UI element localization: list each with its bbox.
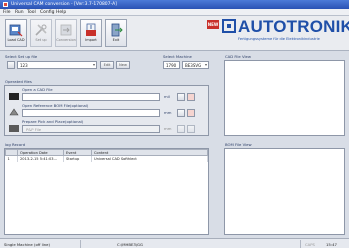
cad-file-view[interactable] [224, 60, 345, 136]
import-button[interactable]: Import [80, 19, 102, 47]
log-cell-num: 1 [5, 155, 18, 162]
menu-file[interactable]: File [3, 10, 11, 15]
import-label: Import [85, 38, 97, 42]
cad-icon [9, 24, 23, 37]
brand-logo-icon [222, 19, 236, 33]
setup-file-label: Select Set up file [5, 54, 38, 59]
exit-label: Exit [112, 38, 120, 42]
menu-bar: File Run Tool Config Help [0, 9, 349, 16]
chevron-down-icon: ▾ [204, 62, 207, 67]
cad-view-label: CAD File View [225, 54, 251, 59]
cad-unit: mil [164, 94, 170, 99]
status-path: C:\MHBE3\GG [117, 242, 143, 247]
chevron-down-icon: ▾ [92, 62, 95, 67]
bom-view-label: BOM File View [225, 142, 252, 147]
brand-tagline: Fertigungssysteme für die Elektronikindu… [238, 37, 320, 41]
log-grid: Operation Date Event Content 1 2013-2-15… [5, 149, 208, 162]
conversion-label: Conversion [56, 38, 76, 42]
import-icon [86, 23, 96, 36]
setup-folder-button[interactable] [7, 61, 15, 69]
machine-id: BE3SVG [185, 63, 202, 68]
title-bar: Universal CAM conversion - [Ver:3.7-1708… [0, 0, 349, 9]
conversion-button[interactable]: Conversion [55, 19, 77, 47]
ref-open-button[interactable] [177, 109, 185, 117]
pnp-play-button[interactable] [187, 125, 195, 133]
ref-play-button[interactable] [187, 109, 195, 117]
menu-tool[interactable]: Tool [27, 10, 36, 15]
bom-file-icon [9, 108, 19, 116]
setup-file-select[interactable]: 123 ▾ [17, 61, 97, 69]
ref-unit: mm [164, 110, 172, 115]
cad-file-input[interactable] [22, 93, 160, 101]
status-separator [80, 240, 81, 248]
log-table[interactable]: Operation Date Event Content 1 2013-2-15… [4, 148, 209, 235]
status-separator [300, 240, 301, 248]
pnp-open-button[interactable] [177, 125, 185, 133]
status-time: 15:47 [326, 242, 337, 247]
menu-help[interactable]: Help [56, 10, 66, 15]
cad-play-button[interactable] [187, 93, 195, 101]
pnp-input[interactable]: P&P File [22, 125, 160, 133]
new-badge: NEW [207, 20, 219, 29]
log-cell-content: Universal CAD Softhlect [91, 155, 208, 162]
table-row[interactable]: 1 2013-2-15 5:41:03... Startup Universal… [5, 155, 208, 162]
ref-bom-label: Open Reference BOM File(optional) [22, 103, 89, 108]
machine-model-field: 1790 [163, 61, 180, 69]
edit-setup-button[interactable]: Edit [100, 61, 114, 69]
status-bar: Single Machine (off line) C:\MHBE3\GG CA… [0, 238, 349, 248]
bom-file-view[interactable] [224, 148, 345, 235]
pnp-file-icon [9, 125, 19, 132]
exit-button[interactable]: Exit [105, 19, 127, 47]
pnp-placeholder: P&P File [26, 127, 42, 132]
setup-label: Set up [35, 38, 47, 42]
log-cell-event: Startup [63, 155, 92, 162]
window-title: Universal CAM conversion - [Ver:3.7-1708… [11, 2, 117, 7]
exit-icon [111, 23, 123, 37]
machine-label: Select Machine [163, 54, 192, 59]
cad-file-icon [9, 93, 19, 100]
log-record-label: log Record [5, 142, 26, 147]
cad-file-label: Open a CAD File [22, 87, 53, 92]
app-icon [3, 2, 8, 7]
setup-file-value: 123 [20, 63, 28, 68]
cad-open-button[interactable] [177, 93, 185, 101]
toolbar: Load CAD Set up Conversion Import Exit N… [0, 16, 349, 51]
status-mode: Single Machine (off line) [4, 242, 50, 247]
tools-icon [35, 24, 47, 36]
app-window: Universal CAM conversion - [Ver:3.7-1708… [0, 0, 349, 248]
log-cell-date: 2013-2-15 5:41:03... [17, 155, 64, 162]
machine-select[interactable]: BE3SVG ▾ [182, 61, 209, 69]
operated-files-group: Open a CAD File mil Open Reference BOM F… [4, 85, 209, 136]
pnp-unit: mm [164, 126, 172, 131]
load-cad-label: Load CAD [7, 38, 25, 42]
ref-bom-input[interactable] [22, 109, 160, 117]
new-setup-button[interactable]: New [116, 61, 130, 69]
brand-name: AUTOTRONIK [238, 17, 349, 36]
machine-model: 1790 [166, 63, 177, 68]
setup-button[interactable]: Set up [30, 19, 52, 47]
convert-icon [60, 24, 72, 36]
pnp-label: Prepare Pick and Place(optional) [22, 119, 84, 124]
menu-config[interactable]: Config [40, 10, 54, 15]
menu-run[interactable]: Run [15, 10, 24, 15]
load-cad-button[interactable]: Load CAD [5, 19, 27, 47]
operated-files-label: Operated files [5, 79, 32, 84]
status-caps: CAPS [305, 242, 315, 247]
